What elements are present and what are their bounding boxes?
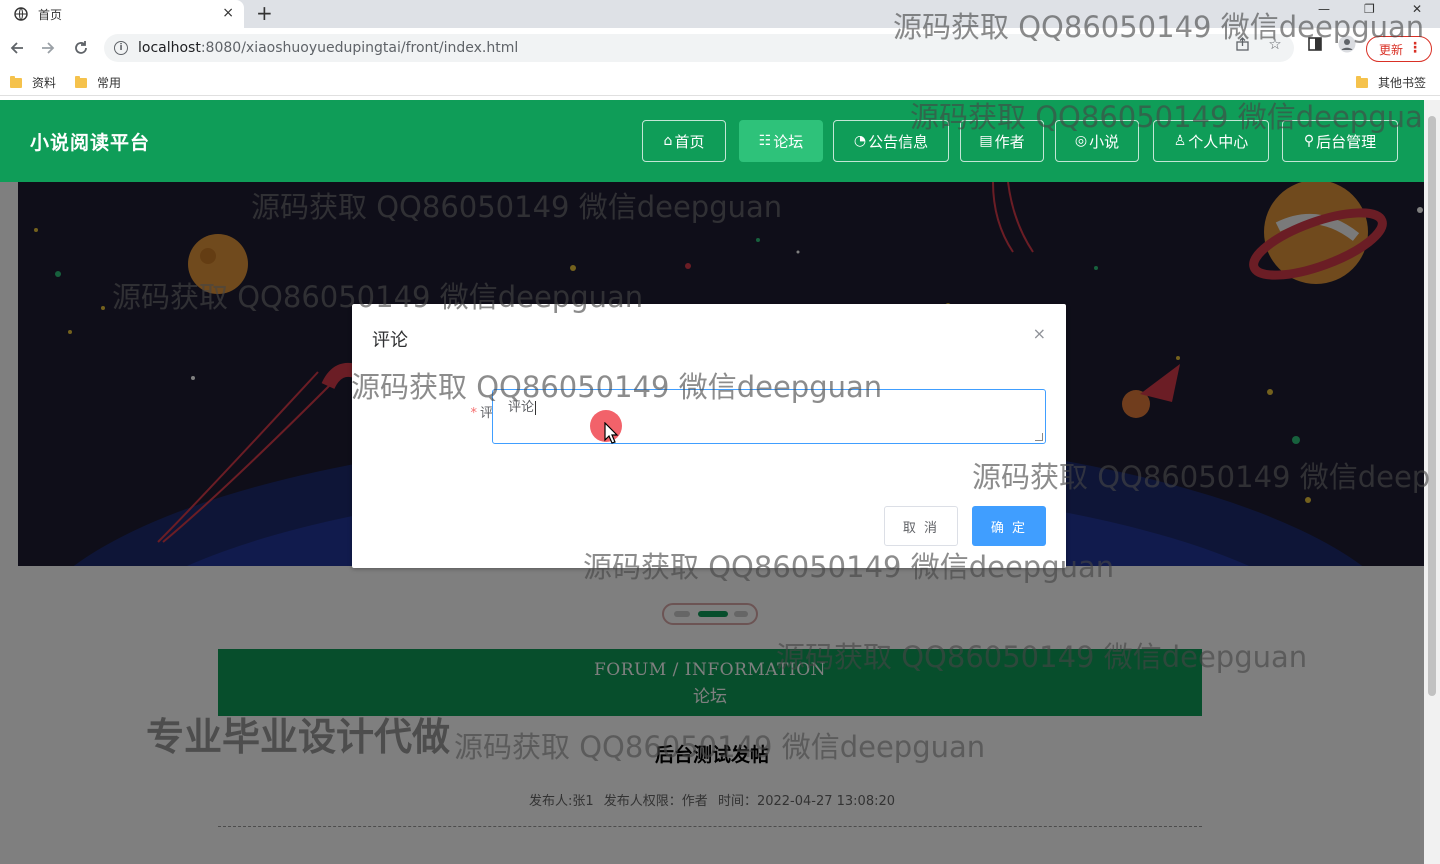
promo-watermark: 专业毕业设计代做: [146, 715, 451, 759]
scrollbar-thumb[interactable]: [1428, 116, 1436, 696]
nav-label: 个人中心: [1188, 132, 1249, 151]
site-brand: 小说阅读平台: [30, 132, 151, 154]
tab-close-icon[interactable]: ×: [222, 5, 234, 21]
required-mark: *: [470, 406, 477, 421]
nav-label: 论坛: [773, 132, 804, 151]
folder-icon: [1356, 75, 1368, 88]
nav-author[interactable]: ▤ 作者: [960, 120, 1044, 162]
notice-icon: ◔: [853, 133, 867, 149]
textarea-value: 评论: [508, 400, 535, 415]
nav-forum[interactable]: ☷ 论坛: [739, 120, 823, 162]
browser-tabstrip: 首页 × + — ❐ ✕: [0, 0, 1440, 28]
nav-label: 作者: [994, 132, 1025, 151]
update-label: 更新: [1379, 42, 1404, 57]
browser-toolbar: i localhost:8080/xiaoshuoyuedupingtai/fr…: [0, 28, 1440, 68]
bookmark-label: 资料: [32, 76, 57, 90]
nav-novel[interactable]: ◎ 小说: [1055, 120, 1139, 162]
nav-label: 首页: [674, 132, 705, 151]
url-host: localhost: [138, 40, 201, 56]
dialog-title: 评论: [372, 330, 408, 351]
nav-notice[interactable]: ◔ 公告信息: [833, 120, 949, 162]
confirm-button[interactable]: 确 定: [972, 506, 1046, 546]
nav-label: 小说: [1089, 132, 1120, 151]
close-icon[interactable]: ×: [1033, 324, 1046, 343]
bookmark-label: 其他书签: [1378, 76, 1427, 90]
tab-title: 首页: [38, 7, 63, 22]
folder-icon: [10, 75, 22, 88]
resize-handle-icon[interactable]: [1035, 433, 1043, 441]
nav-label: 后台管理: [1316, 132, 1377, 151]
forward-icon[interactable]: [38, 38, 58, 58]
reload-icon[interactable]: [71, 38, 91, 58]
bookmark-label: 常用: [97, 76, 122, 90]
comment-textarea[interactable]: 评论: [492, 389, 1046, 444]
text-caret: [535, 400, 537, 415]
bookmark-star-icon[interactable]: ☆: [1265, 34, 1285, 54]
novel-icon: ◎: [1074, 133, 1088, 149]
folder-icon: [75, 75, 87, 88]
window-close-icon[interactable]: ✕: [1412, 2, 1422, 16]
url-path: :8080/xiaoshuoyuedupingtai/front/index.h…: [200, 40, 519, 56]
nav-label: 公告信息: [868, 132, 929, 151]
forum-icon: ☷: [758, 133, 772, 149]
bookmark-folder-other[interactable]: 其他书签: [1356, 74, 1426, 91]
minimize-icon[interactable]: —: [1318, 2, 1330, 16]
profile-avatar-icon[interactable]: [1337, 34, 1357, 54]
mouse-cursor-icon: [604, 422, 619, 444]
nav-admin[interactable]: ⚲ 后台管理: [1282, 120, 1398, 162]
author-icon: ▤: [979, 133, 993, 149]
restore-icon[interactable]: ❐: [1364, 2, 1375, 16]
link-icon: ⚲: [1303, 133, 1315, 149]
share-icon[interactable]: [1232, 34, 1252, 54]
cancel-button[interactable]: 取 消: [884, 506, 958, 546]
new-tab-button[interactable]: +: [256, 3, 273, 23]
site-info-icon[interactable]: i: [114, 41, 128, 55]
sidepanel-icon[interactable]: [1305, 34, 1325, 54]
bookmark-folder-ziliao[interactable]: 资料: [10, 74, 56, 91]
site-navbar: 小说阅读平台 ⌂ 首页 ☷ 论坛 ◔ 公告信息 ▤ 作者 ◎ 小说 ♙ 个人中心 ⚲ 后台管理: [0, 100, 1424, 182]
address-bar[interactable]: i localhost:8080/xiaoshuoyuedupingtai/fr…: [104, 34, 1294, 62]
page-scrollbar[interactable]: [1424, 100, 1440, 864]
bookmarks-bar: 资料 常用 其他书签: [0, 68, 1440, 96]
browser-tab[interactable]: 首页 ×: [0, 0, 244, 28]
nav-personal-center[interactable]: ♙ 个人中心: [1153, 120, 1269, 162]
back-icon[interactable]: [7, 38, 27, 58]
update-button[interactable]: 更新 ⋮: [1366, 36, 1432, 62]
bookmark-folder-changyong[interactable]: 常用: [75, 74, 121, 91]
nav-home[interactable]: ⌂ 首页: [642, 120, 726, 162]
menu-dots-icon[interactable]: ⋮: [1408, 40, 1422, 56]
comment-dialog: 评论 × *评论内容 评论 取 消 确 定: [352, 304, 1066, 568]
user-icon: ♙: [1173, 133, 1187, 149]
home-icon: ⌂: [663, 133, 673, 149]
globe-icon: [14, 7, 28, 21]
